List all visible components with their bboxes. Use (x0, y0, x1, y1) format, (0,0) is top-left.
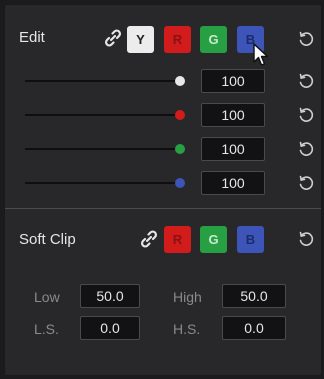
section-divider (5, 208, 321, 209)
slider-value-g[interactable]: 100 (201, 137, 265, 161)
hs-label: H.S. (173, 321, 201, 337)
reset-icon[interactable] (297, 174, 315, 192)
slider-value-r[interactable]: 100 (201, 103, 265, 127)
edit-section-title: Edit (19, 29, 45, 46)
reset-icon[interactable] (297, 72, 315, 90)
ls-label: L.S. (34, 321, 59, 337)
slider-track-b[interactable] (25, 182, 181, 184)
slider-knob-g[interactable] (175, 144, 185, 154)
slider-track-r[interactable] (25, 114, 181, 116)
reset-icon[interactable] (297, 140, 315, 158)
link-icon[interactable] (139, 229, 159, 249)
slider-value-y[interactable]: 100 (201, 69, 265, 93)
low-value-field[interactable]: 50.0 (80, 284, 140, 308)
slider-track-y[interactable] (25, 80, 181, 82)
link-icon[interactable] (103, 28, 123, 48)
slider-knob-b[interactable] (175, 178, 185, 188)
soft-clip-chip-r[interactable]: R (164, 226, 191, 253)
edit-chip-g[interactable]: G (200, 26, 227, 53)
soft-clip-chip-b[interactable]: B (237, 226, 264, 253)
mouse-pointer-icon (253, 43, 269, 66)
slider-knob-r[interactable] (175, 110, 185, 120)
reset-icon[interactable] (297, 230, 315, 248)
reset-icon[interactable] (297, 106, 315, 124)
slider-knob-y[interactable] (175, 76, 185, 86)
soft-clip-section-title: Soft Clip (19, 231, 76, 248)
slider-value-b[interactable]: 100 (201, 171, 265, 195)
reset-icon[interactable] (297, 30, 315, 48)
slider-track-g[interactable] (25, 148, 181, 150)
ls-value-field[interactable]: 0.0 (80, 316, 140, 340)
soft-clip-chip-g[interactable]: G (200, 226, 227, 253)
edit-chip-r[interactable]: R (164, 26, 191, 53)
high-label: High (173, 289, 202, 305)
edit-chip-y[interactable]: Y (127, 26, 154, 53)
low-label: Low (34, 289, 60, 305)
hs-value-field[interactable]: 0.0 (222, 316, 286, 340)
high-value-field[interactable]: 50.0 (222, 284, 286, 308)
